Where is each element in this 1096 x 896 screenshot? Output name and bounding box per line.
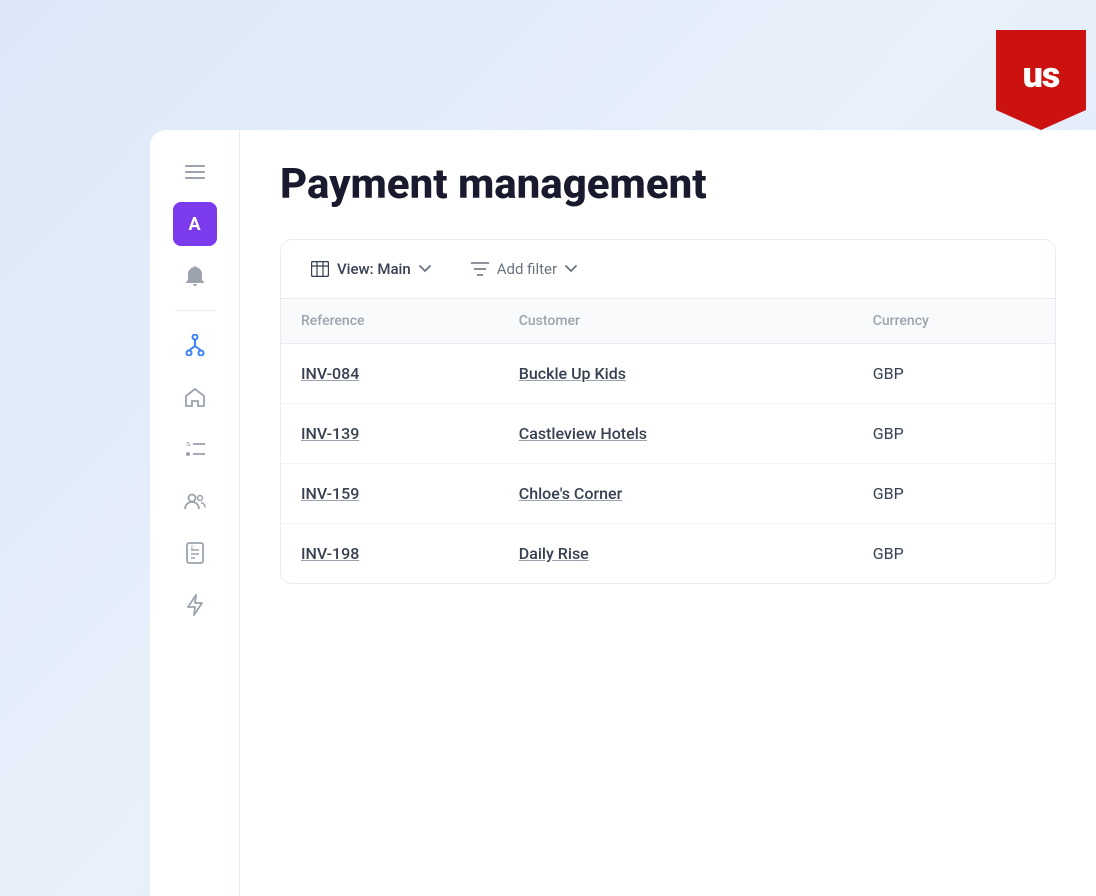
cell-currency: GBP [853,524,1055,584]
view-label: View: Main [337,260,411,278]
payments-table: Reference Customer Currency INV-084 Buckl… [281,299,1055,583]
reference-link[interactable]: INV-159 [301,484,359,503]
svg-text:£: £ [191,545,194,551]
reference-link[interactable]: INV-084 [301,364,359,383]
view-selector[interactable]: View: Main [301,254,441,284]
filter-icon [471,262,489,276]
sidebar: A [150,130,240,896]
col-currency: Currency [853,299,1055,344]
avatar-letter: A [188,214,200,235]
table-row: INV-198 Daily Rise GBP [281,524,1055,584]
cell-reference[interactable]: INV-139 [281,404,499,464]
us-logo: us [996,30,1086,130]
tasks-icon [185,440,205,458]
cell-customer[interactable]: Castleview Hotels [499,404,853,464]
col-reference: Reference [281,299,499,344]
sidebar-item-fork[interactable] [173,323,217,367]
cell-customer[interactable]: Daily Rise [499,524,853,584]
view-chevron-icon [419,265,431,273]
sidebar-item-tasks[interactable] [173,427,217,471]
table-row: INV-139 Castleview Hotels GBP [281,404,1055,464]
page-title: Payment management [280,160,1056,209]
users-icon [184,493,206,509]
customer-link[interactable]: Buckle Up Kids [519,364,626,383]
fork-icon [185,334,205,356]
cell-customer[interactable]: Chloe's Corner [499,464,853,524]
bell-icon [186,266,204,286]
reference-link[interactable]: INV-198 [301,544,359,563]
table-row: INV-084 Buckle Up Kids GBP [281,344,1055,404]
sidebar-item-notifications[interactable] [173,254,217,298]
table-toolbar: View: Main Add filter [281,240,1055,299]
menu-icon [185,165,205,179]
cell-customer[interactable]: Buckle Up Kids [499,344,853,404]
home-icon [185,387,205,407]
bolt-icon [187,594,203,616]
main-container: A [150,130,1096,896]
content-area: Payment management View: Main [240,130,1096,896]
customer-link[interactable]: Chloe's Corner [519,484,623,503]
sidebar-item-documents[interactable]: £ [173,531,217,575]
table-header: Reference Customer Currency [281,299,1055,344]
customer-link[interactable]: Daily Rise [519,544,589,563]
table-icon [311,261,329,277]
sidebar-item-menu[interactable] [173,150,217,194]
filter-label: Add filter [497,260,557,278]
add-filter-button[interactable]: Add filter [461,254,587,284]
cell-currency: GBP [853,404,1055,464]
table-header-row: Reference Customer Currency [281,299,1055,344]
sidebar-item-home[interactable] [173,375,217,419]
cell-currency: GBP [853,344,1055,404]
sidebar-item-avatar[interactable]: A [173,202,217,246]
sidebar-divider-1 [175,310,215,311]
table-body: INV-084 Buckle Up Kids GBP INV-139 Castlevie… [281,344,1055,584]
reference-link[interactable]: INV-139 [301,424,359,443]
table-container: View: Main Add filter [280,239,1056,584]
cell-reference[interactable]: INV-159 [281,464,499,524]
filter-chevron-icon [565,265,577,273]
cell-currency: GBP [853,464,1055,524]
sidebar-item-automations[interactable] [173,583,217,627]
customer-link[interactable]: Castleview Hotels [519,424,647,443]
cell-reference[interactable]: INV-084 [281,344,499,404]
document-icon: £ [186,542,204,564]
col-customer: Customer [499,299,853,344]
table-row: INV-159 Chloe's Corner GBP [281,464,1055,524]
us-logo-text: us [1023,54,1060,96]
cell-reference[interactable]: INV-198 [281,524,499,584]
sidebar-item-users[interactable] [173,479,217,523]
